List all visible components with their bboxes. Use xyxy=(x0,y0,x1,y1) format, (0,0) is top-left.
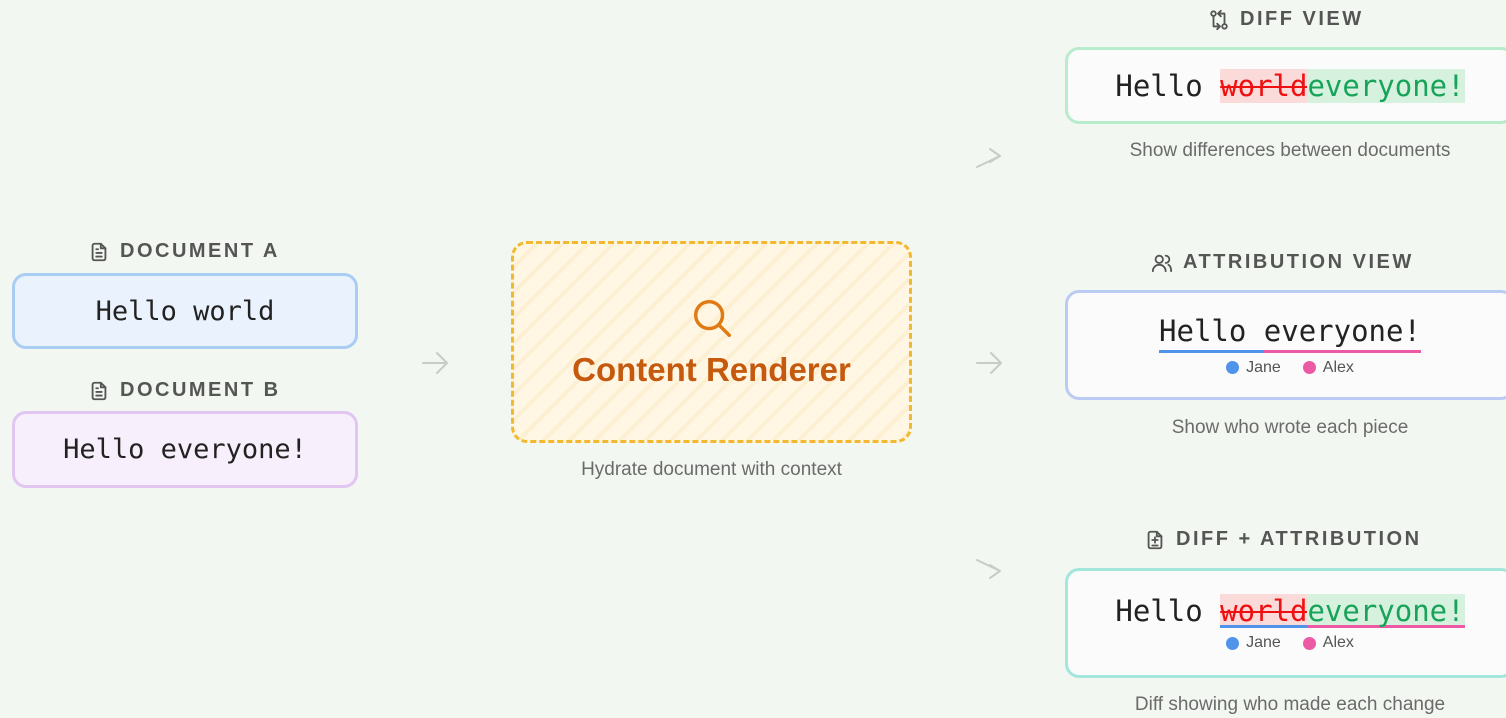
diff-inserted-text: everyone! xyxy=(1307,68,1465,103)
arrow-right-icon xyxy=(976,352,1002,374)
users-icon xyxy=(1151,254,1173,272)
document-a-card: Hello world xyxy=(12,273,358,349)
document-icon xyxy=(91,242,107,261)
jane-color-dot xyxy=(1226,361,1240,374)
attribution-view-heading-label: ATTRIBUTION VIEW xyxy=(1183,251,1414,273)
diff-unchanged-text: Hello xyxy=(1115,68,1221,103)
legend-label-alex: Alex xyxy=(1322,634,1354,651)
author-legend: Jane Alex xyxy=(1226,359,1354,377)
attribution-view-card: Hello everyone! Jane Alex xyxy=(1065,290,1506,400)
document-b-heading: DOCUMENT B xyxy=(88,379,281,402)
file-diff-icon xyxy=(1147,530,1163,549)
diff-inserted-text: everyone! xyxy=(1307,594,1465,628)
document-b-card: Hello everyone! xyxy=(12,411,358,488)
legend-item-jane: Jane xyxy=(1226,634,1281,652)
attribution-text: Hello everyone! xyxy=(1159,313,1421,353)
legend-item-jane: Jane xyxy=(1226,359,1281,377)
legend-item-alex: Alex xyxy=(1302,634,1354,652)
jane-color-dot xyxy=(1226,636,1240,650)
attribution-view-heading: ATTRIBUTION VIEW xyxy=(1151,251,1414,274)
document-b-text: Hello everyone! xyxy=(63,434,307,465)
diff-attribution-line: Hello worldeveryone! xyxy=(1115,594,1465,628)
attribution-view-caption: Show who wrote each piece xyxy=(1171,417,1409,438)
author-legend: Jane Alex xyxy=(1226,634,1354,652)
content-renderer-card: Content Renderer xyxy=(511,241,912,443)
arrow-right-icon xyxy=(422,352,448,374)
diff-deleted-text: world xyxy=(1220,594,1308,628)
diff-attribution-heading-label: DIFF + ATTRIBUTION xyxy=(1176,528,1422,550)
document-a-heading: DOCUMENT A xyxy=(88,240,280,263)
legend-label-jane: Jane xyxy=(1246,358,1281,376)
diff-view-line: Hello worldeveryone! xyxy=(1115,68,1465,103)
arrow-up-right-icon xyxy=(976,148,1001,168)
content-renderer-title: Content Renderer xyxy=(572,351,851,388)
git-compare-icon xyxy=(1210,9,1228,30)
diff-attribution-heading: DIFF + ATTRIBUTION xyxy=(1144,528,1422,551)
diff-view-caption: Show differences between documents xyxy=(1129,140,1451,161)
document-icon xyxy=(91,381,107,400)
diff-unchanged-text: Hello xyxy=(1115,594,1221,628)
content-renderer-caption: Hydrate document with context xyxy=(581,459,842,480)
legend-label-alex: Alex xyxy=(1322,358,1354,376)
diff-attribution-caption: Diff showing who made each change xyxy=(1134,694,1446,715)
diff-view-heading-label: DIFF VIEW xyxy=(1240,8,1364,30)
document-a-text: Hello world xyxy=(95,295,275,327)
diff-deleted-text: world xyxy=(1220,68,1308,103)
legend-label-jane: Jane xyxy=(1246,634,1281,651)
arrow-down-right-icon xyxy=(976,559,1001,579)
alex-color-dot xyxy=(1302,636,1316,650)
diff-view-heading: DIFF VIEW xyxy=(1208,8,1364,31)
diff-attribution-card: Hello worldeveryone! Jane Alex xyxy=(1065,568,1506,678)
alex-color-dot xyxy=(1302,361,1316,374)
legend-item-alex: Alex xyxy=(1302,358,1354,377)
diff-view-card: Hello worldeveryone! xyxy=(1065,47,1506,124)
document-b-heading-label: DOCUMENT B xyxy=(120,379,281,401)
search-icon xyxy=(693,299,731,337)
document-a-heading-label: DOCUMENT A xyxy=(120,240,280,262)
